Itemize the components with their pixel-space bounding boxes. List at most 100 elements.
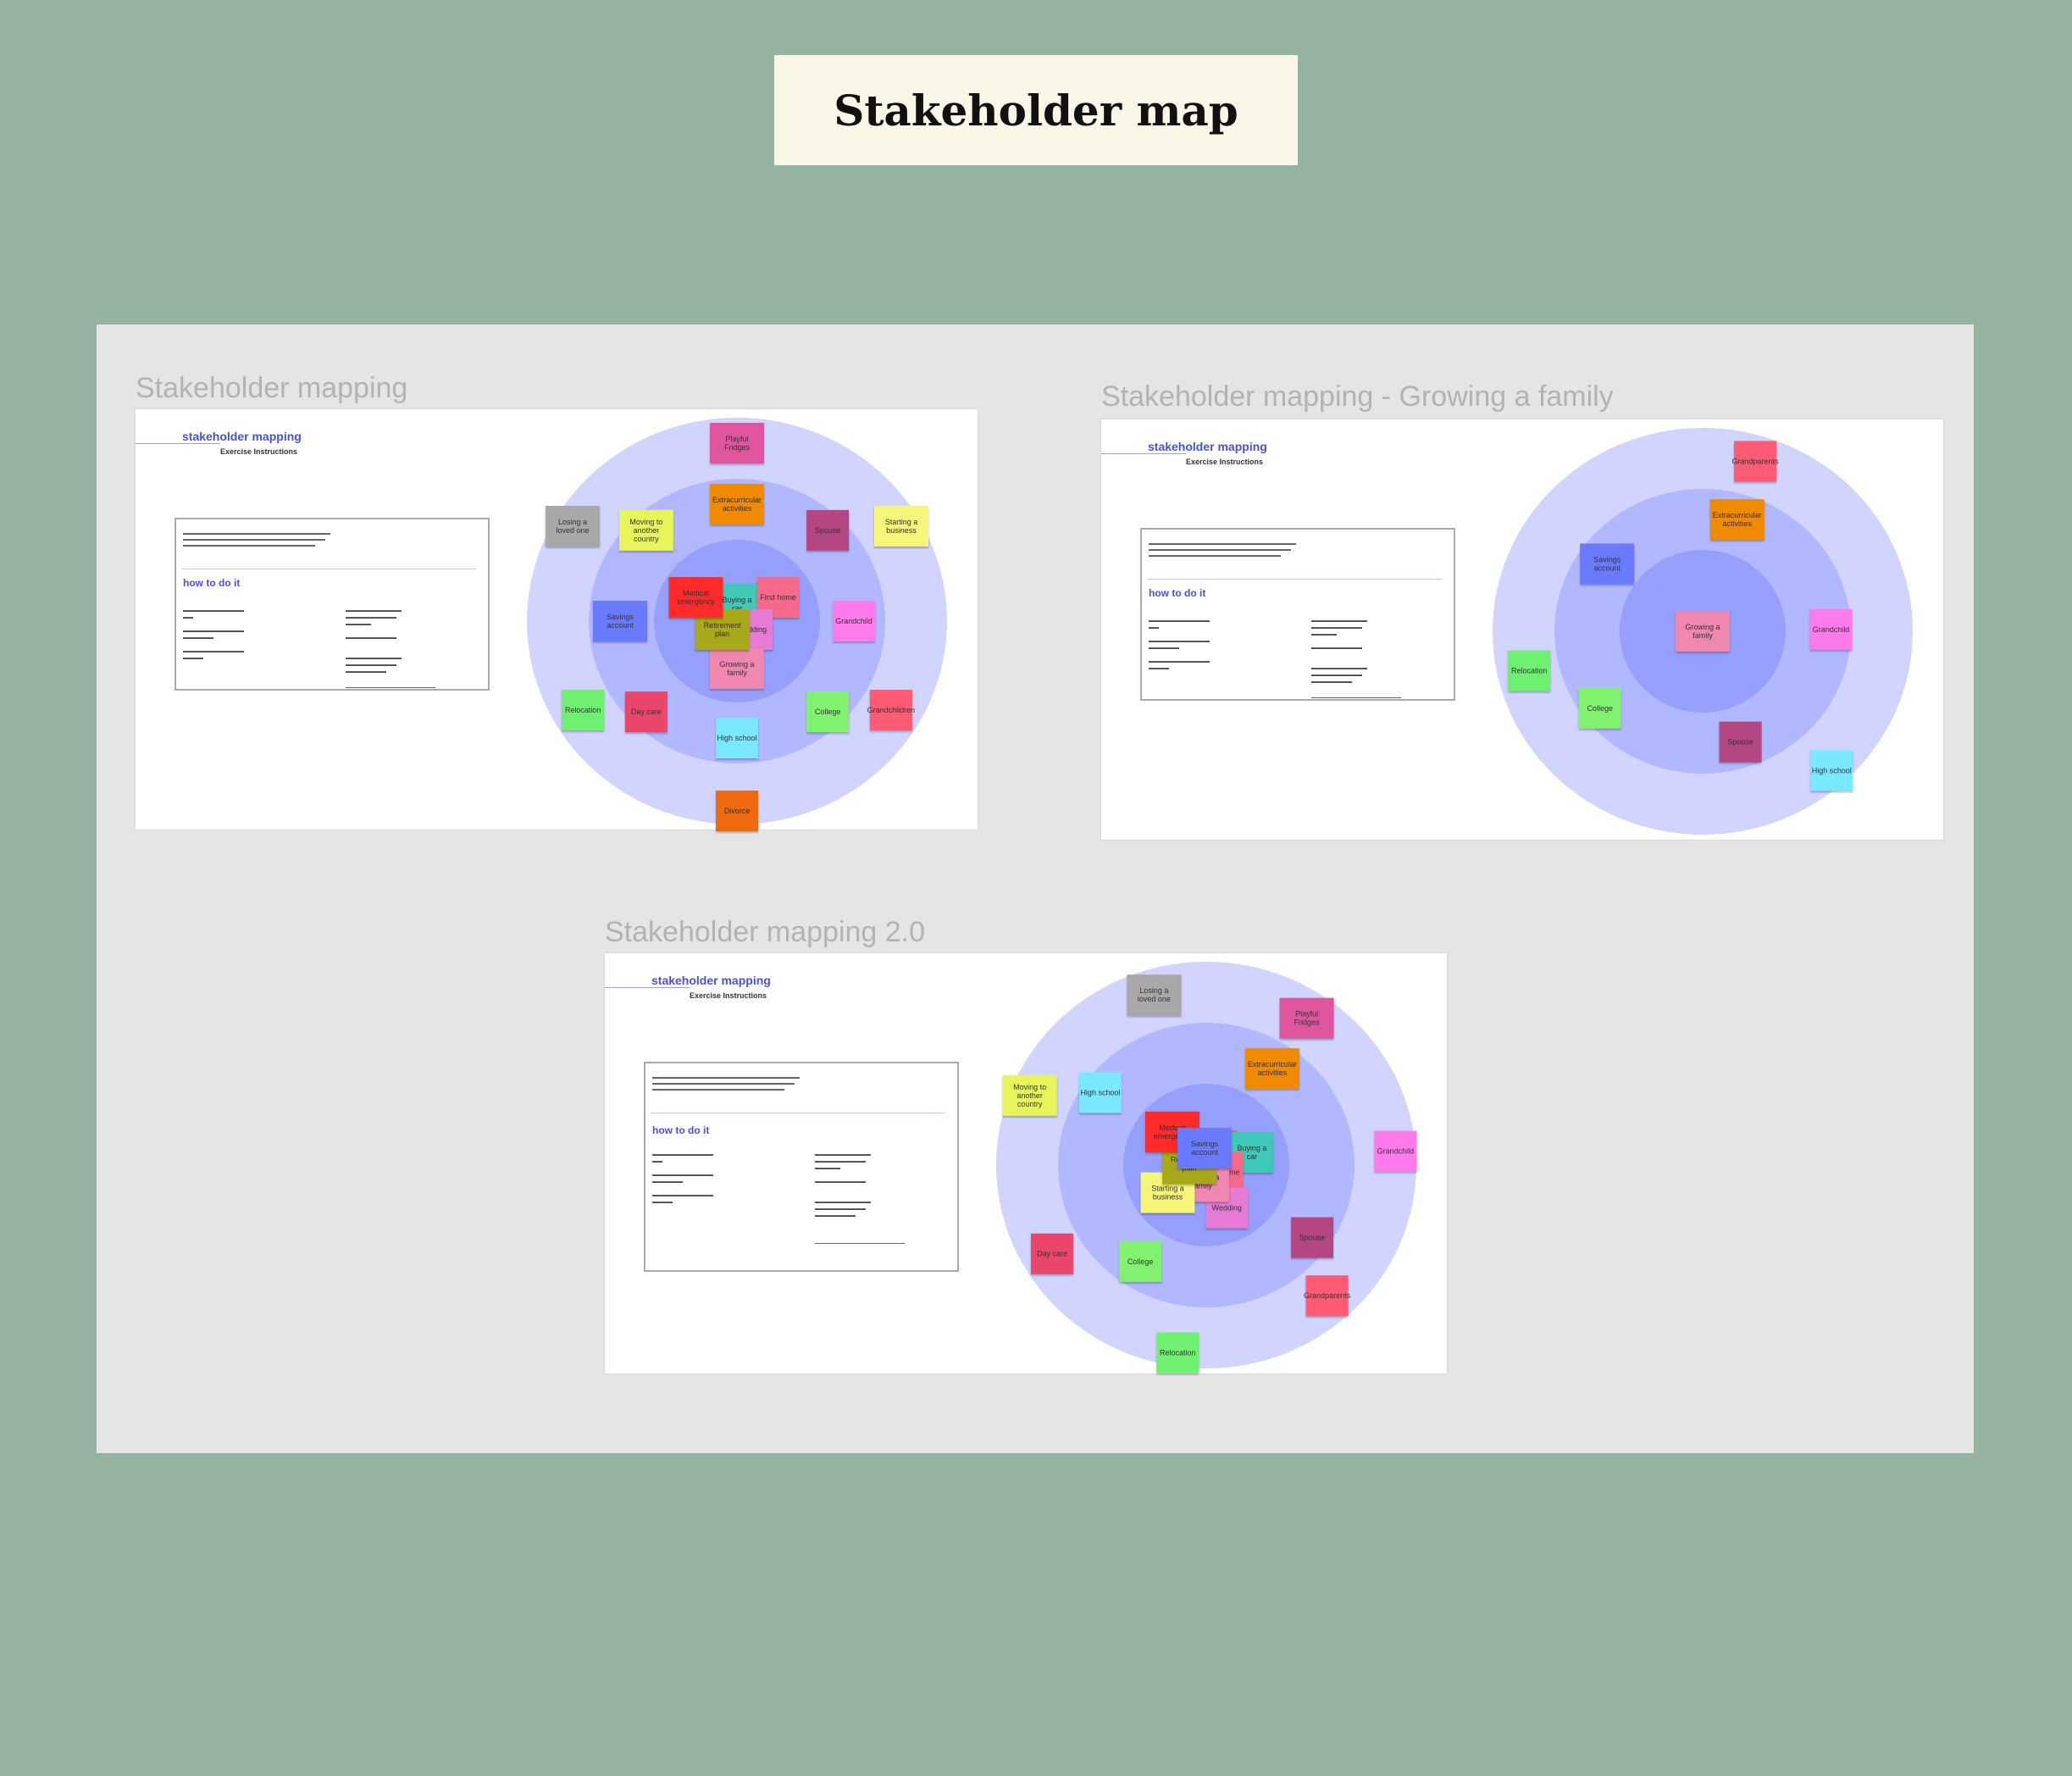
sticky-note[interactable]: Grandparents (1304, 1275, 1351, 1317)
heading-rule (136, 443, 220, 444)
frame-subheading: Exercise Instructions (1186, 458, 1264, 466)
sticky-note-label: High school (717, 734, 756, 742)
sticky-note[interactable]: Starting a business (873, 506, 928, 547)
sticky-note-label: Playful Fridges (724, 435, 751, 452)
sticky-note[interactable]: College (1578, 687, 1621, 729)
frame-heading: stakeholder mapping (182, 430, 302, 443)
sticky-note-label: Divorce (724, 807, 751, 815)
sticky-note-label: College (1587, 704, 1613, 713)
sticky-note[interactable]: Savings account (593, 601, 647, 641)
sticky-note[interactable]: Spouse (1291, 1217, 1334, 1258)
frame-heading: stakeholder mapping (1148, 440, 1267, 453)
sticky-note-label: Spouse (815, 526, 841, 535)
sticky-note[interactable]: Divorce (716, 791, 758, 831)
stakeholder-rings: Growing a family Extracurricular activities… (1493, 428, 1913, 835)
frame-label[interactable]: Stakeholder mapping 2.0 (605, 916, 925, 949)
sticky-note[interactable]: Grandparents (1732, 441, 1780, 482)
sticky-note[interactable]: Relocation (1508, 650, 1551, 691)
sticky-note[interactable]: Medical emergency (668, 577, 723, 618)
sticky-note[interactable]: Spouse (806, 509, 850, 551)
stakeholder-rings: DivorceBuying acarFirst homeWeddingGrowi… (996, 962, 1417, 1374)
sticky-note[interactable]: College (806, 691, 850, 733)
sticky-note[interactable]: Playful Fridges (710, 423, 764, 463)
sticky-note[interactable]: High school (716, 718, 758, 758)
sticky-note[interactable]: Savings account (1177, 1128, 1233, 1169)
frame-label[interactable]: Stakeholder mapping (136, 372, 407, 405)
frame-label[interactable]: Stakeholder mapping - Growing a family (1101, 380, 1614, 413)
sticky-note-label: Savings account (1593, 555, 1621, 572)
stakeholder-rings: Buying a carFirst homeWeddingGrowing a fam… (527, 418, 947, 831)
heading-rule (1101, 453, 1186, 454)
instructions-card: ▬▬▬▬▬▬▬▬▬▬▬▬▬▬▬▬▬▬▬▬▬▬▬▬▬▬▬▬▬ ▬▬▬▬▬▬▬▬▬▬▬… (644, 1062, 959, 1272)
sticky-note-label: High school (1812, 766, 1852, 774)
sticky-note[interactable]: Grandchild (833, 601, 875, 641)
sticky-note[interactable]: Savings account (1580, 543, 1635, 585)
frame-stakeholder-mapping[interactable]: stakeholder mapping Exercise Instruction… (136, 409, 978, 831)
sticky-note[interactable]: High school (1810, 750, 1853, 791)
sticky-note-label: Starting a business (885, 518, 918, 535)
frame-growing-a-family[interactable]: stakeholder mapping Exercise Instruction… (1101, 419, 1943, 840)
sticky-note-label: Grandchildren (867, 706, 916, 714)
sticky-note[interactable]: Grandchildren (867, 690, 916, 730)
page-title-card: Stakeholder map (774, 55, 1298, 165)
step-lines-left: ▬▬▬▬▬▬▬▬▬▬▬▬ ▬▬ ▬▬▬▬▬▬▬▬▬▬▬▬ ▬▬▬▬▬▬ ▬▬▬▬▬▬▬▬… (652, 1152, 713, 1205)
intro-text-lines: ▬▬▬▬▬▬▬▬▬▬▬▬▬▬▬▬▬▬▬▬▬▬▬▬▬▬▬▬▬ ▬▬▬▬▬▬▬▬▬▬▬… (1149, 541, 1296, 558)
sticky-note[interactable]: Relocation (562, 690, 605, 730)
sticky-note-label: Grandparents (1732, 457, 1780, 465)
slider-line (815, 1243, 905, 1244)
sticky-note[interactable]: Moving to another country (618, 509, 673, 551)
sticky-note-label: College (815, 708, 841, 716)
sticky-note-label: Spouse (1299, 1234, 1326, 1242)
frame-stakeholder-mapping-2[interactable]: stakeholder mapping Exercise Instruction… (605, 953, 1447, 1374)
sticky-note[interactable]: Moving to another country (1002, 1074, 1057, 1116)
intro-text-lines: ▬▬▬▬▬▬▬▬▬▬▬▬▬▬▬▬▬▬▬▬▬▬▬▬▬▬▬▬▬ ▬▬▬▬▬▬▬▬▬▬▬… (183, 531, 330, 548)
frame-heading: stakeholder mapping (651, 974, 771, 987)
instructions-card: ▬▬▬▬▬▬▬▬▬▬▬▬▬▬▬▬▬▬▬▬▬▬▬▬▬▬▬▬▬ ▬▬▬▬▬▬▬▬▬▬▬… (1140, 528, 1455, 701)
sticky-note-label: Relocation (1160, 1348, 1196, 1357)
sticky-note[interactable]: Relocation (1156, 1332, 1199, 1374)
sticky-note[interactable]: Grandchild (1374, 1130, 1417, 1172)
sticky-note[interactable]: Grandchild (1809, 608, 1853, 650)
sticky-note[interactable]: Growing afamily (710, 648, 764, 689)
sticky-note-label: Savings account (607, 613, 634, 630)
sticky-note[interactable]: Growing afamily (1676, 611, 1730, 652)
sticky-note[interactable]: Losing a loved one (1127, 974, 1182, 1016)
sticky-note[interactable]: Losing a loved one (546, 506, 601, 547)
how-to-heading: how to do it (652, 1124, 710, 1136)
sticky-note-label: Relocation (565, 706, 601, 714)
step-lines-right: ▬▬▬▬▬▬▬▬▬▬▬ ▬▬▬▬▬▬▬▬▬▬ ▬▬▬▬▬ ▬▬▬▬▬▬▬▬▬▬ ▬▬▬▬… (815, 1152, 871, 1218)
slider-line (1311, 697, 1401, 698)
sticky-note-label: Playful Fridges (1294, 1010, 1321, 1027)
sticky-note[interactable]: Day care (624, 691, 668, 733)
page-title: Stakeholder map (834, 85, 1238, 136)
sticky-note[interactable]: Extracurricular activities (1244, 1048, 1299, 1090)
sticky-note[interactable]: College (1119, 1240, 1162, 1282)
sticky-note-label: Grandchild (835, 617, 873, 625)
step-lines-right: ▬▬▬▬▬▬▬▬▬▬▬ ▬▬▬▬▬▬▬▬▬▬ ▬▬▬▬▬ ▬▬▬▬▬▬▬▬▬▬ ▬▬▬▬… (346, 608, 402, 674)
intro-text-lines: ▬▬▬▬▬▬▬▬▬▬▬▬▬▬▬▬▬▬▬▬▬▬▬▬▬▬▬▬▬ ▬▬▬▬▬▬▬▬▬▬▬… (652, 1075, 800, 1092)
sticky-note-label: Spouse (1727, 738, 1753, 746)
how-to-heading: how to do it (1149, 587, 1206, 599)
sticky-note-label: Moving to another country (629, 518, 662, 543)
sticky-note[interactable]: Day care (1030, 1233, 1073, 1274)
sticky-note[interactable]: Spouse (1719, 721, 1762, 763)
sticky-note[interactable]: Extracurricular activities (1709, 499, 1765, 541)
sticky-note-label: Grandchild (1813, 625, 1850, 634)
heading-rule (605, 987, 690, 988)
sticky-note[interactable]: Playful Fridges (1279, 997, 1334, 1039)
sticky-note-label: Starting a business (1151, 1185, 1184, 1202)
sticky-note-label: Savings account (1191, 1140, 1219, 1157)
how-to-heading: how to do it (183, 577, 241, 589)
sticky-note[interactable]: High school (1078, 1072, 1122, 1113)
sticky-note-label: Grandchild (1377, 1147, 1415, 1156)
board-canvas[interactable]: Stakeholder mapping stakeholder mapping … (97, 325, 1974, 1453)
sticky-note-label: College (1127, 1257, 1154, 1266)
sticky-note[interactable]: Extracurricular activities (710, 484, 764, 524)
step-lines-left: ▬▬▬▬▬▬▬▬▬▬▬▬ ▬▬ ▬▬▬▬▬▬▬▬▬▬▬▬ ▬▬▬▬▬▬ ▬▬▬▬▬▬▬▬… (183, 608, 244, 661)
frame-subheading: Exercise Instructions (220, 447, 298, 456)
step-lines-right: ▬▬▬▬▬▬▬▬▬▬▬ ▬▬▬▬▬▬▬▬▬▬ ▬▬▬▬▬ ▬▬▬▬▬▬▬▬▬▬ ▬▬▬▬… (1311, 619, 1367, 685)
sticky-note-label: Losing a loved one (556, 518, 589, 535)
slider-line (346, 687, 435, 688)
sticky-note-label: Grandparents (1304, 1291, 1351, 1300)
sticky-note-label: Losing a loved one (1138, 986, 1171, 1003)
